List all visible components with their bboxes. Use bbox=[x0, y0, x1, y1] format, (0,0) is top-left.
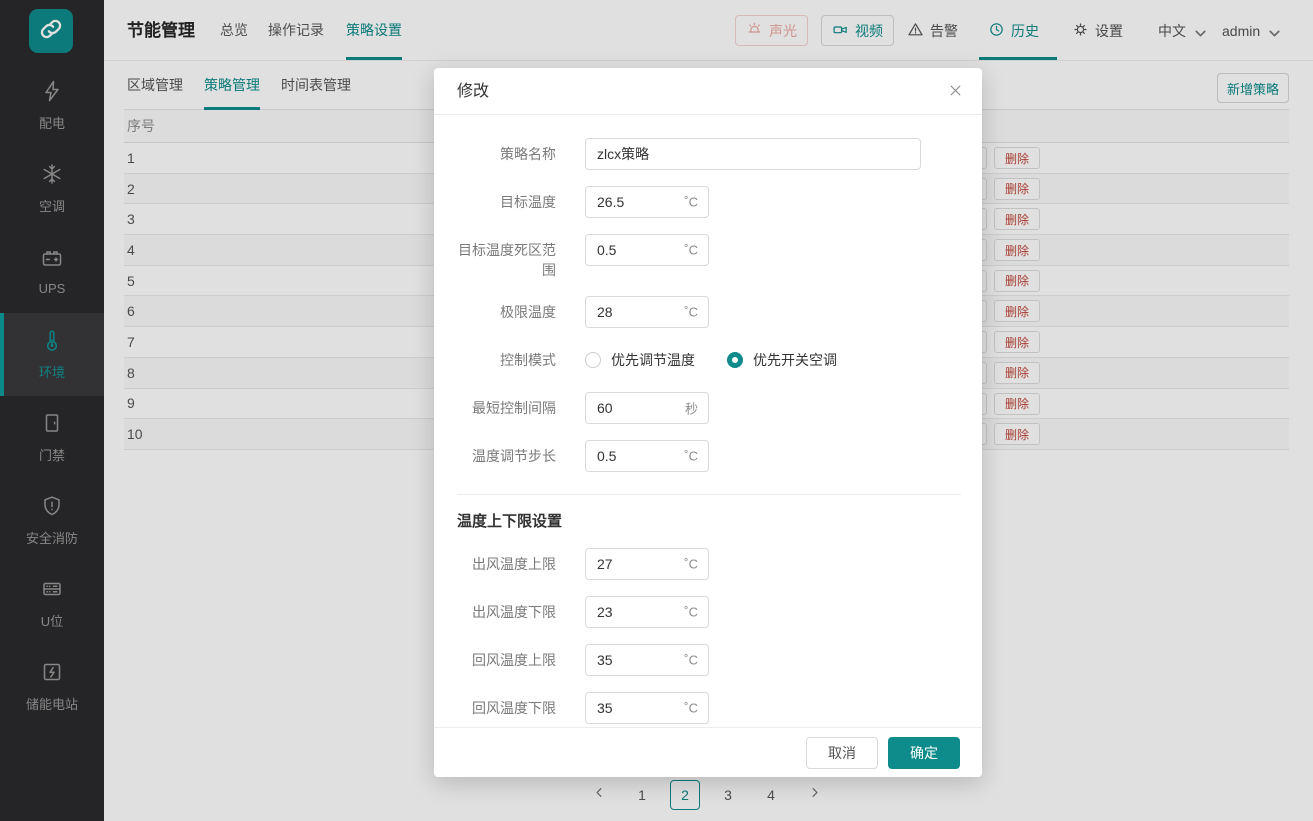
dead-zone-input[interactable] bbox=[585, 234, 709, 266]
field-limit-temp: 极限温度 ˚C bbox=[434, 296, 982, 328]
field-label: 目标温度死区范围 bbox=[456, 234, 556, 280]
field-temp-step: 温度调节步长 ˚C bbox=[434, 440, 982, 472]
field-return-upper: 回风温度上限 ˚C bbox=[434, 644, 982, 676]
target-temp-input[interactable] bbox=[585, 186, 709, 218]
close-icon bbox=[948, 83, 963, 101]
limit-temp-input[interactable] bbox=[585, 296, 709, 328]
field-outlet-upper: 出风温度上限 ˚C bbox=[434, 548, 982, 580]
field-label: 目标温度 bbox=[456, 186, 556, 212]
field-label: 回风温度下限 bbox=[456, 692, 556, 718]
field-label: 回风温度上限 bbox=[456, 644, 556, 670]
modal-title: 修改 bbox=[457, 68, 489, 115]
field-label: 出风温度上限 bbox=[456, 548, 556, 574]
outlet-lower-input[interactable] bbox=[585, 596, 709, 628]
modal-footer: 取消 确定 bbox=[434, 727, 982, 777]
control-mode-radio-group: 优先调节温度 优先开关空调 bbox=[585, 344, 837, 376]
field-label: 策略名称 bbox=[456, 138, 556, 164]
field-label: 温度调节步长 bbox=[456, 440, 556, 466]
modal-close-button[interactable] bbox=[944, 81, 966, 103]
field-dead-zone: 目标温度死区范围 ˚C bbox=[434, 234, 982, 280]
field-control-mode: 控制模式 优先调节温度 优先开关空调 bbox=[434, 344, 982, 376]
return-lower-input[interactable] bbox=[585, 692, 709, 724]
field-label: 控制模式 bbox=[456, 344, 556, 370]
field-outlet-lower: 出风温度下限 ˚C bbox=[434, 596, 982, 628]
modal-body: 策略名称 目标温度 ˚C 目标温度死区范围 ˚C bbox=[434, 115, 982, 727]
app-screen: 配电 空调 UPS 环境 bbox=[0, 0, 1313, 821]
radio-label-switch-ac[interactable]: 优先开关空调 bbox=[753, 350, 837, 370]
radio-switch-ac-checked[interactable] bbox=[727, 352, 743, 368]
field-label: 极限温度 bbox=[456, 296, 556, 322]
field-label: 出风温度下限 bbox=[456, 596, 556, 622]
field-label: 最短控制间隔 bbox=[456, 392, 556, 418]
strategy-name-input[interactable] bbox=[585, 138, 921, 170]
radio-adjust-temp-unchecked[interactable] bbox=[585, 352, 601, 368]
return-upper-input[interactable] bbox=[585, 644, 709, 676]
edit-strategy-modal: 修改 策略名称 目标温度 ˚C 目 bbox=[434, 68, 982, 777]
section-divider bbox=[457, 494, 961, 495]
cancel-button[interactable]: 取消 bbox=[806, 737, 878, 769]
min-interval-input[interactable] bbox=[585, 392, 709, 424]
confirm-button[interactable]: 确定 bbox=[888, 737, 960, 769]
field-target-temp: 目标温度 ˚C bbox=[434, 186, 982, 218]
field-strategy-name: 策略名称 bbox=[434, 138, 982, 170]
temp-step-input[interactable] bbox=[585, 440, 709, 472]
outlet-upper-input[interactable] bbox=[585, 548, 709, 580]
radio-label-adjust-temp[interactable]: 优先调节温度 bbox=[611, 350, 695, 370]
field-return-lower: 回风温度下限 ˚C bbox=[434, 692, 982, 724]
field-min-interval: 最短控制间隔 秒 bbox=[434, 392, 982, 424]
temp-limits-section-title: 温度上下限设置 bbox=[457, 511, 982, 533]
modal-header: 修改 bbox=[434, 68, 982, 115]
